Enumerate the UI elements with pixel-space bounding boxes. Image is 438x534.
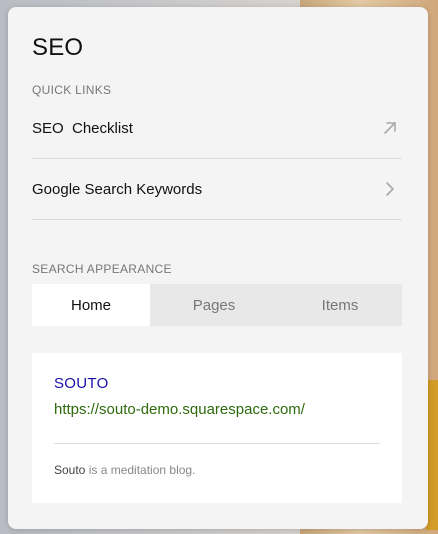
tab-items[interactable]: Items <box>278 284 402 326</box>
preview-description-text: is a meditation blog. <box>85 463 196 477</box>
chevron-right-icon <box>382 181 398 197</box>
google-search-keywords-link[interactable]: Google Search Keywords <box>32 159 402 220</box>
seo-checklist-link[interactable]: SEO Checklist <box>32 98 402 159</box>
search-result-preview: SOUTO https://souto-demo.squarespace.com… <box>32 353 402 503</box>
external-arrow-icon <box>382 120 398 136</box>
search-appearance-label: SEARCH APPEARANCE <box>32 262 172 276</box>
search-appearance-tabs: Home Pages Items <box>32 284 402 326</box>
preview-url: https://souto-demo.squarespace.com/ <box>54 401 305 418</box>
preview-description: Souto is a meditation blog. <box>54 463 195 477</box>
preview-site-title: SOUTO <box>54 375 109 392</box>
preview-divider <box>54 443 380 444</box>
panel-title: SEO <box>32 34 84 61</box>
seo-checklist-label: SEO Checklist <box>32 119 133 137</box>
quick-links-label: QUICK LINKS <box>32 83 112 97</box>
preview-description-site: Souto <box>54 463 86 477</box>
tab-pages[interactable]: Pages <box>150 284 278 326</box>
tab-home[interactable]: Home <box>32 284 150 326</box>
seo-panel: SEO QUICK LINKS SEO Checklist Google Sea… <box>8 7 428 529</box>
google-search-keywords-label: Google Search Keywords <box>32 180 203 198</box>
